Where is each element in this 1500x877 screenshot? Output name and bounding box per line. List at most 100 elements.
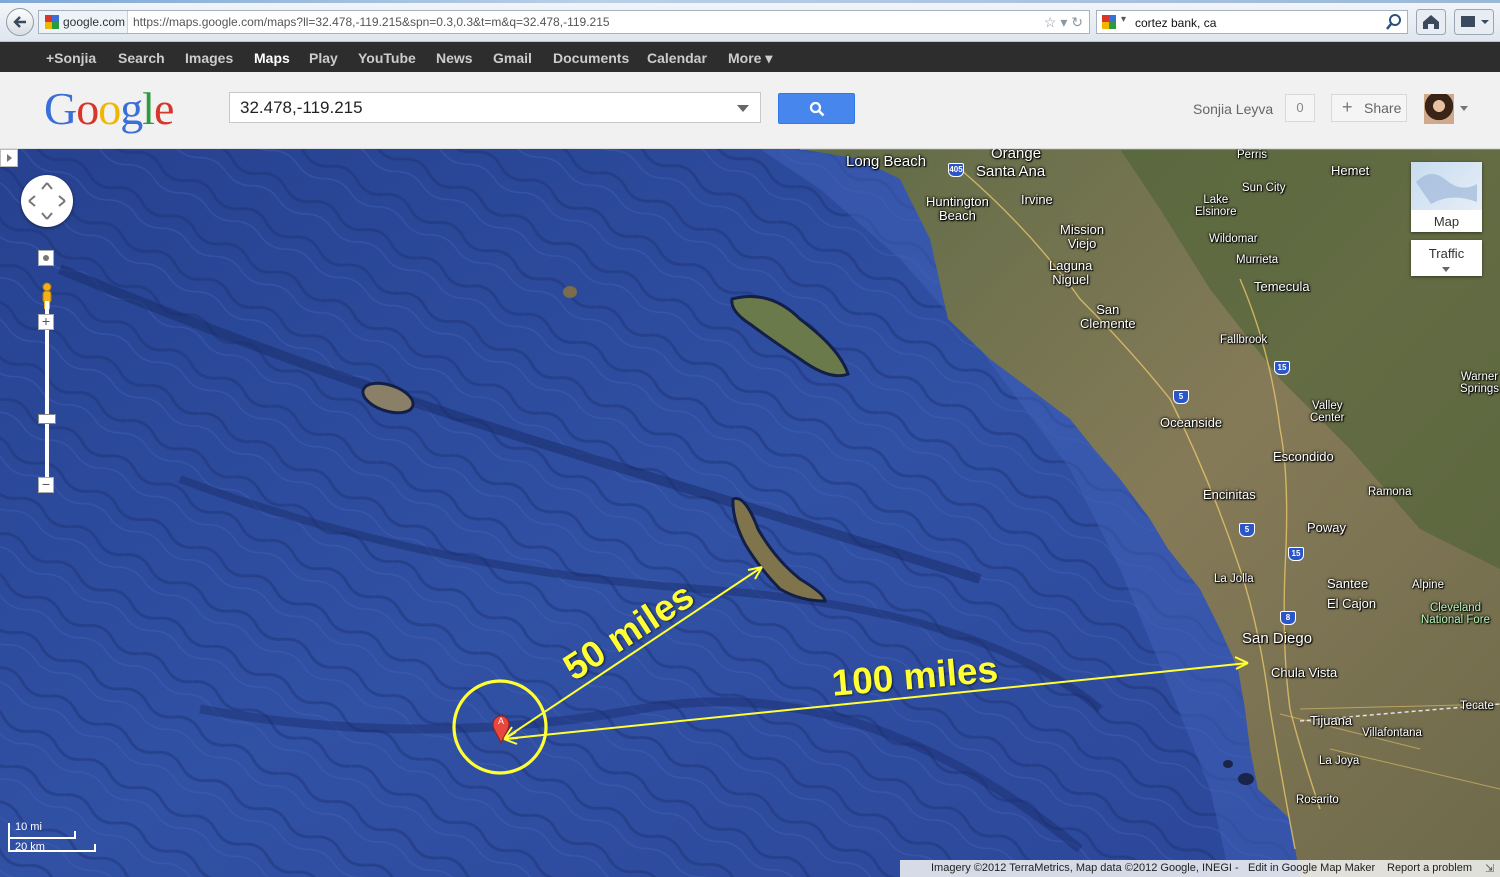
user-name[interactable]: Sonjia Leyva xyxy=(1193,101,1273,117)
share-button[interactable]: + Share xyxy=(1331,94,1407,122)
collapse-attribution-icon[interactable]: ⇲ xyxy=(1485,862,1494,875)
map-type-button[interactable]: Map xyxy=(1411,162,1482,232)
side-panel-toggle-button[interactable] xyxy=(0,149,18,167)
logo-letter: l xyxy=(142,83,155,134)
search-engine-google-icon[interactable] xyxy=(1102,15,1116,29)
zoom-out-button[interactable]: − xyxy=(38,477,54,493)
place-temecula: Temecula xyxy=(1254,279,1310,294)
report-problem-link[interactable]: Report a problem xyxy=(1387,862,1472,874)
traffic-layer-button[interactable]: Traffic xyxy=(1411,240,1482,276)
bookmarks-menu-icon[interactable] xyxy=(1454,9,1494,35)
logo-letter: g xyxy=(120,83,143,134)
search-dropdown-arrow-icon[interactable] xyxy=(737,105,749,112)
zoom-in-button[interactable]: + xyxy=(38,314,54,330)
avatar[interactable] xyxy=(1424,94,1454,124)
marker-letter: A xyxy=(498,716,504,726)
maps-header: Google Sonjia Leyva 0 + Share xyxy=(0,72,1500,149)
gbar-item-images[interactable]: Images xyxy=(185,50,233,66)
place-cleveland-national-forest: Cleveland National Fore xyxy=(1421,602,1491,627)
highway-15-shield: 15 xyxy=(1288,547,1304,561)
google-favicon-icon xyxy=(45,15,59,29)
notification-count-button[interactable]: 0 xyxy=(1285,94,1315,122)
copyright-text: Imagery ©2012 TerraMetrics, Map data ©20… xyxy=(931,862,1239,874)
pan-control[interactable] xyxy=(21,175,73,227)
logo-letter: o xyxy=(76,83,99,134)
place-encinitas: Encinitas xyxy=(1203,487,1256,502)
map-pin-marker-icon[interactable]: A xyxy=(490,713,512,745)
back-arrow-icon xyxy=(13,16,26,28)
place-escondido: Escondido xyxy=(1273,449,1334,464)
logo-letter: e xyxy=(154,83,174,134)
google-logo[interactable]: Google xyxy=(44,82,174,135)
gbar-item-gmail[interactable]: Gmail xyxy=(493,50,532,66)
edit-in-map-maker-link[interactable]: Edit in Google Map Maker xyxy=(1248,862,1375,874)
map-attribution: Imagery ©2012 TerraMetrics, Map data ©20… xyxy=(900,860,1500,877)
gbar-item-news[interactable]: News xyxy=(436,50,473,66)
browser-search-value[interactable]: cortez bank, ca xyxy=(1135,16,1216,30)
scale-miles-label: 10 mi xyxy=(15,821,42,833)
place-mission-viejo: Mission Viejo xyxy=(1060,222,1105,251)
gbar-item-calendar[interactable]: Calendar xyxy=(647,50,707,66)
gbar-item-documents[interactable]: Documents xyxy=(553,50,629,66)
address-bar[interactable]: google.com https://maps.google.com/maps?… xyxy=(38,10,1090,34)
site-chip-label: google.com xyxy=(63,15,126,29)
gbar-item-profile[interactable]: +Sonjia xyxy=(46,50,96,66)
place-la-jolla: La Jolla xyxy=(1214,573,1254,585)
map-type-thumbnail xyxy=(1411,162,1482,210)
place-san-clemente: San Clemente xyxy=(1080,302,1136,331)
place-murrieta: Murrieta xyxy=(1236,254,1279,266)
maps-search-input[interactable] xyxy=(229,92,761,123)
logo-letter: o xyxy=(98,83,121,134)
place-la-joya: La Joya xyxy=(1319,755,1360,767)
highway-15-shield: 15 xyxy=(1274,361,1290,375)
gbar-item-play[interactable]: Play xyxy=(309,50,338,66)
gbar-item-youtube[interactable]: YouTube xyxy=(358,50,416,66)
place-poway: Poway xyxy=(1307,520,1347,535)
gbar-item-maps[interactable]: Maps xyxy=(254,50,290,66)
highway-8-shield: 8 xyxy=(1280,611,1296,625)
place-tijuana: Tijuana xyxy=(1310,713,1353,728)
place-fallbrook: Fallbrook xyxy=(1220,334,1268,346)
map-canvas[interactable]: 50 miles 100 miles Long Beach Orange San… xyxy=(0,149,1500,877)
engine-dropdown-icon[interactable]: ▾ xyxy=(1121,14,1126,25)
place-hemet: Hemet xyxy=(1331,163,1370,178)
gbar-item-search[interactable]: Search xyxy=(118,50,165,66)
url-text[interactable]: https://maps.google.com/maps?ll=32.478,-… xyxy=(133,15,610,29)
logo-letter: G xyxy=(44,83,77,134)
place-santa-ana: Santa Ana xyxy=(976,163,1046,180)
place-laguna-niguel: Laguna Niguel xyxy=(1049,258,1093,287)
map-type-label: Map xyxy=(1433,214,1460,229)
place-perris: Perris xyxy=(1237,149,1268,161)
place-villafontana: Villafontana xyxy=(1362,727,1422,739)
place-orange: Orange xyxy=(991,149,1042,162)
chevron-down-icon xyxy=(1442,267,1450,272)
share-label: Share xyxy=(1364,100,1402,116)
highway-405-shield: 405 xyxy=(948,163,964,177)
place-wildomar: Wildomar xyxy=(1209,233,1258,245)
place-long-beach: Long Beach xyxy=(846,153,927,170)
back-button[interactable] xyxy=(6,8,34,36)
account-caret-icon[interactable] xyxy=(1460,106,1468,111)
place-chula-vista: Chula Vista xyxy=(1271,665,1338,680)
home-icon[interactable] xyxy=(1416,9,1446,35)
search-button[interactable] xyxy=(778,93,855,124)
highway-5-shield: 5 xyxy=(1173,390,1189,404)
place-ramona: Ramona xyxy=(1368,486,1412,498)
site-identity-chip[interactable]: google.com xyxy=(39,11,128,33)
gbar-item-more[interactable]: More ▾ xyxy=(728,50,772,67)
place-el-cajon: El Cajon xyxy=(1327,596,1377,611)
place-sun-city: Sun City xyxy=(1242,182,1286,194)
reset-view-button[interactable] xyxy=(38,250,54,266)
browser-toolbar: google.com https://maps.google.com/maps?… xyxy=(0,0,1500,42)
magnifier-icon[interactable] xyxy=(1385,13,1403,31)
place-huntington-beach: Huntington Beach xyxy=(926,194,989,223)
search-icon xyxy=(809,101,825,117)
place-irvine: Irvine xyxy=(1021,192,1053,207)
place-lake-elsinore: Lake Elsinore xyxy=(1195,194,1237,219)
place-tecate: Tecate xyxy=(1460,700,1494,712)
google-nav-bar: +Sonjia Search Images Maps Play YouTube … xyxy=(0,42,1500,72)
bookmark-star-icon[interactable]: ☆ ▾ ↻ xyxy=(1044,14,1083,31)
place-rosarito: Rosarito xyxy=(1296,794,1339,806)
browser-search-box[interactable]: ▾ cortez bank, ca xyxy=(1096,10,1408,34)
zoom-slider-thumb[interactable] xyxy=(38,414,56,424)
